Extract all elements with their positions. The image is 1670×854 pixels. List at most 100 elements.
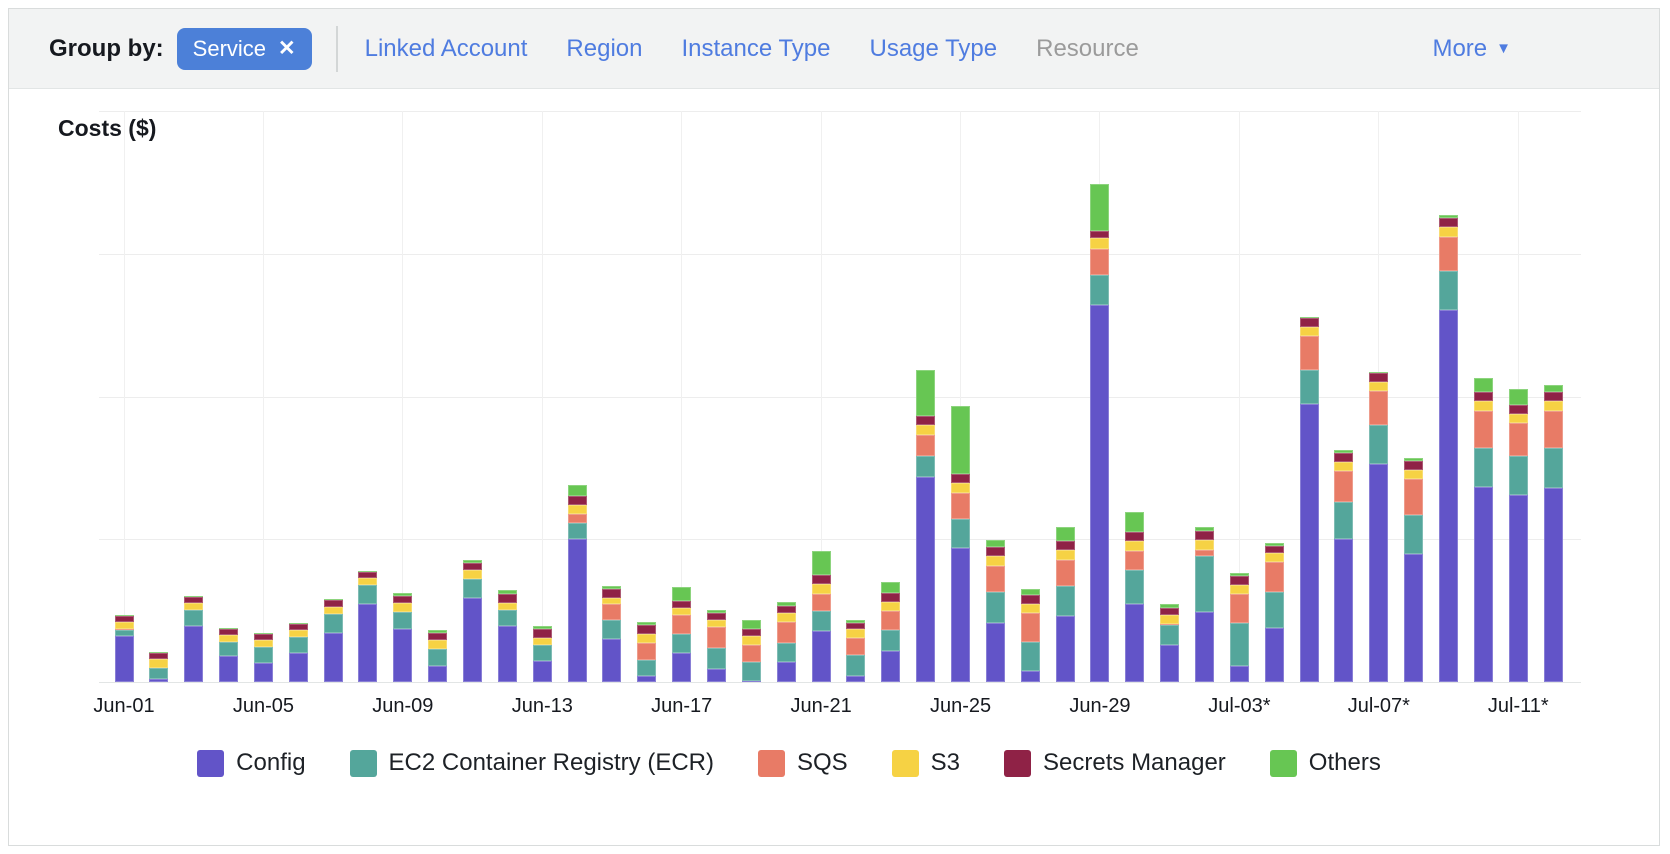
bar-segment-jun-24[interactable] [916, 456, 935, 477]
bar-segment-jun-18[interactable] [707, 669, 726, 682]
bar-segment-jul-02[interactable] [1195, 531, 1214, 540]
bar-segment-jul-09[interactable] [1439, 215, 1458, 218]
bar-segment-jun-24[interactable] [916, 370, 935, 416]
legend-item[interactable]: S3 [892, 749, 960, 777]
bar-segment-jul-10[interactable] [1474, 392, 1493, 401]
bar-segment-jun-02[interactable] [149, 653, 168, 659]
bar-segment-jul-07[interactable] [1369, 425, 1388, 464]
bar-segment-jun-23[interactable] [881, 651, 900, 682]
bar-segment-jul-06[interactable] [1334, 502, 1353, 539]
bar-segment-jul-09[interactable] [1439, 218, 1458, 227]
bar-segment-jul-02[interactable] [1195, 550, 1214, 556]
bar-segment-jun-07[interactable] [324, 599, 343, 600]
bar-segment-jul-01[interactable] [1160, 645, 1179, 682]
bar-segment-jul-05[interactable] [1300, 317, 1319, 318]
bar-segment-jun-06[interactable] [289, 653, 308, 682]
bar-segment-jun-11[interactable] [463, 563, 482, 570]
bar-segment-jun-12[interactable] [498, 603, 517, 610]
bar-segment-jun-03[interactable] [184, 626, 203, 682]
bar-segment-jun-12[interactable] [498, 590, 517, 594]
bar-segment-jun-01[interactable] [115, 615, 134, 616]
legend-item[interactable]: Secrets Manager [1004, 749, 1226, 777]
bar-segment-jun-08[interactable] [358, 585, 377, 604]
bar-segment-jun-04[interactable] [219, 635, 238, 642]
bar-segment-jun-04[interactable] [219, 629, 238, 635]
bar-segment-jun-24[interactable] [916, 435, 935, 456]
bar-segment-jul-09[interactable] [1439, 271, 1458, 310]
bar-segment-jun-05[interactable] [254, 633, 273, 634]
bar-segment-jul-07[interactable] [1369, 372, 1388, 373]
bar-segment-jun-01[interactable] [115, 636, 134, 682]
bar-segment-jun-11[interactable] [463, 579, 482, 598]
bar-segment-jun-08[interactable] [358, 604, 377, 682]
bar-segment-jul-01[interactable] [1160, 615, 1179, 624]
bar-segment-jun-09[interactable] [393, 596, 412, 603]
bar-segment-jun-21[interactable] [812, 551, 831, 575]
bar-segment-jun-21[interactable] [812, 631, 831, 682]
bar-segment-jun-27[interactable] [1021, 589, 1040, 595]
bar-segment-jul-11[interactable] [1509, 456, 1528, 495]
bar-segment-jun-26[interactable] [986, 566, 1005, 592]
bar-segment-jun-12[interactable] [498, 626, 517, 682]
bar-segment-jun-22[interactable] [846, 638, 865, 655]
bar-segment-jul-11[interactable] [1509, 414, 1528, 423]
bar-segment-jun-29[interactable] [1090, 249, 1109, 275]
bar-segment-jun-21[interactable] [812, 611, 831, 631]
bar-segment-jun-18[interactable] [707, 610, 726, 613]
bar-segment-jun-27[interactable] [1021, 604, 1040, 613]
remove-filter-icon[interactable]: ✕ [278, 36, 296, 61]
bar-segment-jun-25[interactable] [951, 474, 970, 483]
bar-segment-jun-04[interactable] [219, 628, 238, 629]
active-filter-pill-service[interactable]: Service ✕ [177, 28, 312, 70]
bar-segment-jul-08[interactable] [1404, 470, 1423, 479]
bar-segment-jun-16[interactable] [637, 625, 656, 634]
bar-segment-jul-09[interactable] [1439, 310, 1458, 682]
bar-segment-jun-13[interactable] [533, 638, 552, 645]
bar-segment-jul-08[interactable] [1404, 458, 1423, 461]
bar-segment-jul-04[interactable] [1265, 553, 1284, 562]
bar-segment-jun-20[interactable] [777, 622, 796, 643]
bar-segment-jul-05[interactable] [1300, 370, 1319, 404]
bar-segment-jun-15[interactable] [602, 620, 621, 639]
bar-segment-jun-09[interactable] [393, 629, 412, 682]
bar-segment-jun-07[interactable] [324, 607, 343, 614]
bar-segment-jun-06[interactable] [289, 637, 308, 653]
bar-segment-jul-07[interactable] [1369, 382, 1388, 391]
bar-segment-jun-05[interactable] [254, 647, 273, 663]
bar-segment-jun-26[interactable] [986, 556, 1005, 566]
bar-segment-jun-20[interactable] [777, 602, 796, 606]
bar-segment-jun-13[interactable] [533, 626, 552, 629]
bar-segment-jun-20[interactable] [777, 643, 796, 662]
bar-segment-jun-22[interactable] [846, 623, 865, 629]
bar-segment-jun-03[interactable] [184, 610, 203, 626]
bar-segment-jul-05[interactable] [1300, 318, 1319, 327]
bar-segment-jun-01[interactable] [115, 629, 134, 630]
bar-segment-jul-06[interactable] [1334, 450, 1353, 453]
bar-segment-jun-25[interactable] [951, 548, 970, 682]
bar-segment-jun-14[interactable] [568, 523, 587, 539]
bar-segment-jul-03[interactable] [1230, 573, 1249, 576]
bar-segment-jun-29[interactable] [1090, 231, 1109, 238]
bar-segment-jun-23[interactable] [881, 611, 900, 630]
bar-segment-jul-12[interactable] [1544, 385, 1563, 392]
bar-segment-jun-09[interactable] [393, 603, 412, 612]
bar-segment-jun-24[interactable] [916, 416, 935, 425]
bar-segment-jul-01[interactable] [1160, 624, 1179, 625]
bar-segment-jun-19[interactable] [742, 620, 761, 629]
bar-segment-jun-11[interactable] [463, 570, 482, 579]
bar-segment-jun-13[interactable] [533, 645, 552, 661]
bar-segment-jun-05[interactable] [254, 640, 273, 647]
bar-segment-jun-14[interactable] [568, 496, 587, 505]
bar-segment-jun-25[interactable] [951, 519, 970, 548]
bar-segment-jun-01[interactable] [115, 616, 134, 622]
bar-segment-jun-25[interactable] [951, 493, 970, 519]
bar-segment-jun-10[interactable] [428, 633, 447, 640]
more-dropdown[interactable]: More ▼ [1432, 35, 1511, 63]
bar-segment-jun-08[interactable] [358, 578, 377, 585]
bar-segment-jun-06[interactable] [289, 623, 308, 624]
bar-segment-jun-06[interactable] [289, 624, 308, 630]
bar-segment-jul-08[interactable] [1404, 479, 1423, 515]
bar-segment-jun-10[interactable] [428, 630, 447, 633]
bar-segment-jun-22[interactable] [846, 655, 865, 676]
bar-segment-jun-22[interactable] [846, 620, 865, 623]
